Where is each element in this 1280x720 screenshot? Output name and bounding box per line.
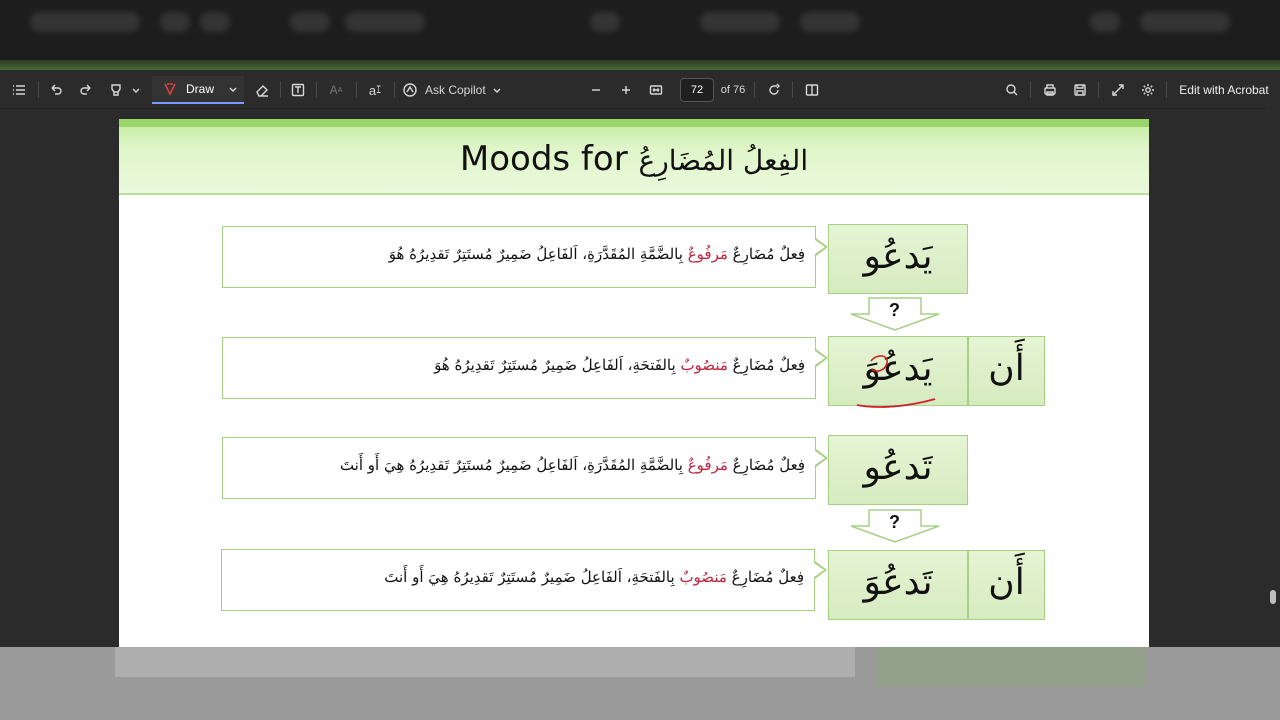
text-size-icon[interactable]: AA — [322, 72, 350, 108]
desc-text: فِعلٌ مُضَارِعٌ — [727, 356, 805, 374]
print-icon[interactable] — [1038, 72, 1062, 108]
save-icon[interactable] — [1068, 72, 1092, 108]
rotate-icon[interactable] — [762, 72, 786, 108]
zoom-out-icon[interactable] — [584, 72, 608, 108]
title-english: Moods for — [459, 139, 628, 179]
case-label: مَرفُوعٌ — [687, 456, 728, 474]
blurred-browser-chrome — [0, 0, 1280, 60]
chevron-down-icon[interactable] — [128, 72, 144, 108]
question-mark: ? — [889, 300, 900, 320]
fullscreen-icon[interactable] — [1106, 72, 1130, 108]
ask-copilot-button[interactable]: Ask Copilot — [402, 72, 512, 108]
description-box: فِعلٌ مُضَارِعٌ مَنصُوبٌ بِالفَتحَةِ، اَ… — [222, 337, 816, 399]
page-total: of 76 — [720, 84, 746, 96]
question-mark: ? — [889, 512, 900, 532]
zoom-in-icon[interactable] — [614, 72, 638, 108]
scrollbar-thumb[interactable] — [1270, 590, 1276, 604]
case-label: مَنصُوبٌ — [680, 356, 728, 374]
pdf-page: Moods for الفِعلُ المُضَارِعُ فِعلٌ مُضَ… — [119, 119, 1149, 647]
particle-box: أَن — [968, 336, 1045, 406]
callout-pointer — [815, 238, 828, 256]
draw-label: Draw — [186, 82, 215, 96]
ink-annotation — [856, 355, 936, 408]
description-box: فِعلٌ مُضَارِعٌ مَرفُوعٌ بِالضَّمَّةِ ال… — [222, 437, 816, 499]
read-aloud-icon[interactable]: aꕯ — [362, 72, 388, 108]
pdf-toolbar: Draw AA aꕯ Ask Copilot 72 of 76 Edit wit… — [0, 72, 1280, 109]
verb-box: تَدعُوَ — [828, 550, 968, 620]
desc-text: بِالضَّمَّةِ المُقَدَّرَةِ، اَلفَاعِلُ ض… — [339, 456, 688, 474]
settings-icon[interactable] — [1136, 72, 1160, 108]
case-label: مَنصُوبٌ — [679, 568, 727, 586]
edit-with-acrobat-button[interactable]: Edit with Acrobat — [1174, 72, 1274, 108]
redo-icon[interactable] — [74, 72, 98, 108]
highlighter-icon[interactable] — [104, 72, 128, 108]
ask-copilot-label: Ask Copilot — [425, 83, 486, 97]
blurred-strip — [0, 60, 1280, 70]
eraser-icon[interactable] — [250, 72, 274, 108]
title-arabic: الفِعلُ المُضَارِعُ — [638, 144, 809, 177]
fit-page-icon[interactable] — [644, 72, 668, 108]
description-box: فِعلٌ مُضَارِعٌ مَنصُوبٌ بِالفَتحَةِ، اَ… — [221, 549, 815, 611]
callout-pointer — [815, 449, 828, 467]
page-view-icon[interactable] — [800, 72, 824, 108]
page-title: Moods for الفِعلُ المُضَارِعُ — [119, 139, 1149, 179]
callout-pointer — [814, 561, 827, 579]
vertical-scrollbar[interactable] — [1266, 108, 1280, 648]
text-box-icon[interactable] — [286, 72, 310, 108]
search-icon[interactable] — [1000, 72, 1024, 108]
desc-text: بِالفَتحَةِ، اَلفَاعِلُ ضَمِيرٌ مُستَتِر… — [434, 356, 681, 374]
chevron-down-icon — [492, 85, 502, 95]
particle-box: أَن — [968, 550, 1045, 620]
copilot-icon — [402, 82, 418, 98]
callout-pointer — [815, 349, 828, 367]
blurred-overlay-region — [0, 647, 1280, 720]
desc-text: بِالفَتحَةِ، اَلفَاعِلُ ضَمِيرٌ مُستَتِر… — [384, 568, 680, 586]
desc-text: فِعلٌ مُضَارِعٌ — [727, 456, 805, 474]
pen-icon — [162, 81, 178, 97]
list-icon[interactable] — [6, 72, 32, 108]
verb-box: تَدعُو — [828, 435, 968, 505]
undo-icon[interactable] — [44, 72, 68, 108]
desc-text: فِعلٌ مُضَارِعٌ — [726, 568, 804, 586]
case-label: مَرفُوعٌ — [687, 245, 728, 263]
desc-text: فِعلٌ مُضَارِعٌ — [727, 245, 805, 263]
draw-button[interactable]: Draw — [152, 76, 244, 104]
description-box: فِعلٌ مُضَارِعٌ مَرفُوعٌ بِالضَّمَّةِ ال… — [222, 226, 816, 288]
desc-text: بِالضَّمَّةِ المُقَدَّرَةِ، اَلفَاعِلُ ض… — [388, 245, 688, 263]
slide-header: Moods for الفِعلُ المُضَارِعُ — [119, 119, 1149, 195]
page-number-input[interactable]: 72 — [680, 78, 714, 102]
verb-box: يَدعُو — [828, 224, 968, 294]
chevron-down-icon[interactable] — [228, 84, 238, 94]
